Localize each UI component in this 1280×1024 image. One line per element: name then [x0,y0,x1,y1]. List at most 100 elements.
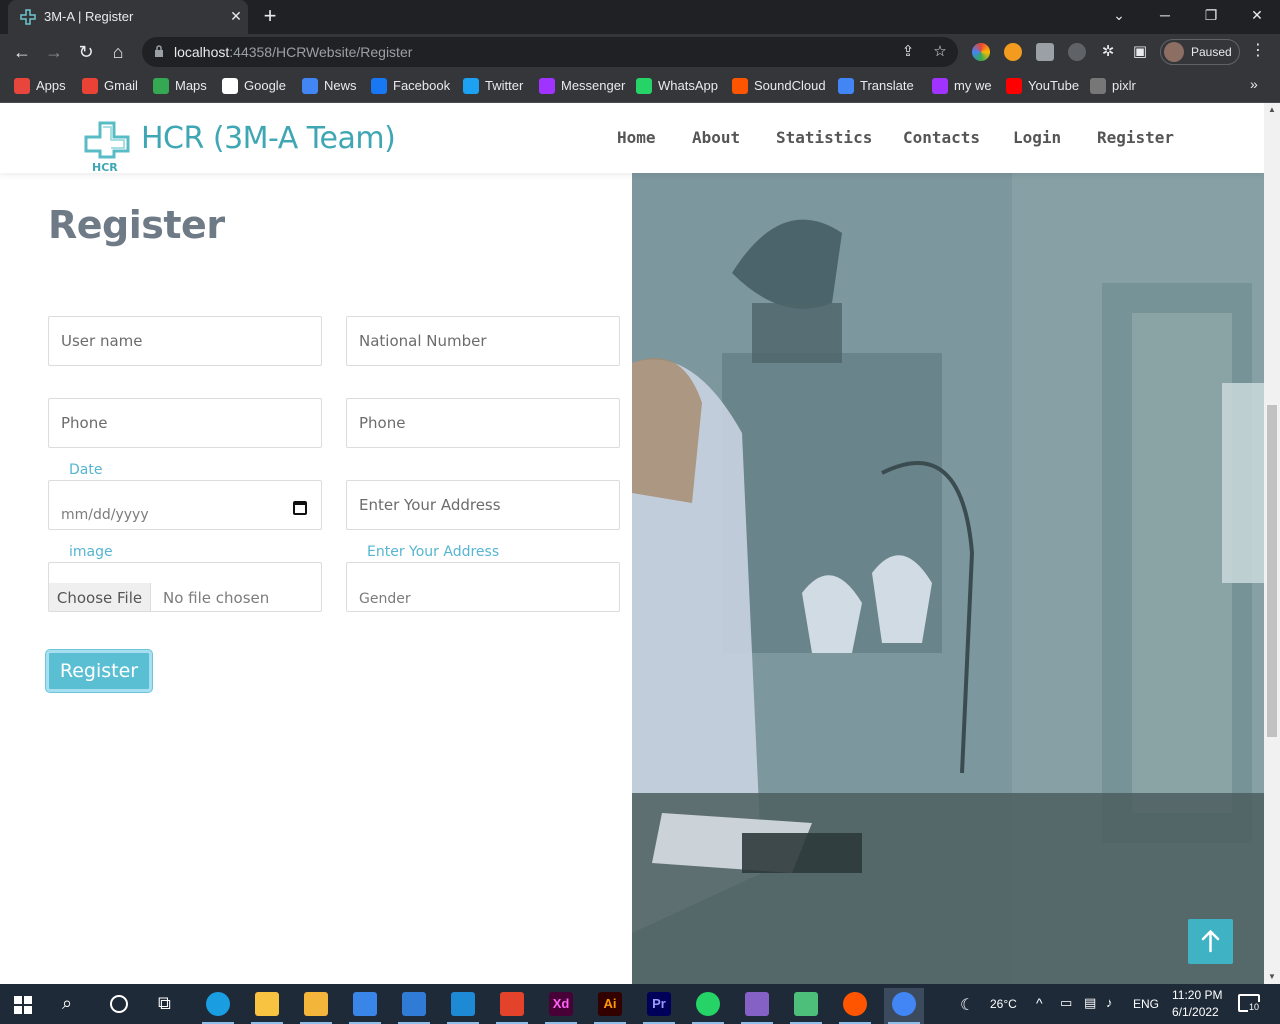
bookmark-label: Maps [175,78,207,93]
taskbar-app[interactable] [345,988,385,1024]
search-icon[interactable]: ⌕ [62,993,72,1014]
close-window-button[interactable]: ✕ [1234,0,1280,30]
bookmark-label: WhatsApp [658,78,718,93]
taskbar-app[interactable] [786,988,826,1024]
volume-icon[interactable]: ♪ [1106,995,1113,1010]
task-view-icon[interactable]: ⧉ [158,993,171,1014]
taskbar-app[interactable]: Pr [639,988,679,1024]
scroll-up-arrow-icon[interactable]: ▲ [1264,103,1280,117]
url-text: localhost:44358/HCRWebsite/Register [174,44,412,60]
network-icon[interactable]: ▤ [1084,995,1096,1011]
wand-icon [932,78,948,94]
meet-now-icon[interactable]: ▭ [1060,995,1072,1011]
address-bar[interactable]: localhost:44358/HCRWebsite/Register ⇪ ☆ [142,37,958,67]
back-to-top-button[interactable] [1188,919,1233,964]
taskbar-app[interactable] [884,988,924,1024]
home-icon[interactable]: ⌂ [104,38,132,66]
nav-login[interactable]: Login [1013,128,1061,147]
image-file-input[interactable]: Choose File No file chosen [48,562,322,612]
bookmark-label: pixlr [1112,78,1136,93]
username-input[interactable]: User name [48,316,322,366]
date-input[interactable]: mm/dd/yyyy [48,480,322,530]
hero-photo [632,173,1264,984]
clock-date[interactable]: 6/1/2022 [1172,1005,1219,1019]
side-panel-icon[interactable]: ▣ [1130,42,1150,62]
reload-icon[interactable]: ↻ [72,38,100,66]
minimize-button[interactable]: ─ [1142,0,1188,30]
avatar [1164,42,1184,62]
nav-home[interactable]: Home [617,128,656,147]
taskbar-app[interactable] [835,988,875,1024]
gmail-icon [82,78,98,94]
windows-start-icon[interactable] [14,996,32,1014]
whatsapp-icon [636,78,652,94]
tab-search-icon[interactable]: ⌄ [1096,0,1142,30]
taskbar-app[interactable] [688,988,728,1024]
taskbar-app[interactable] [247,988,287,1024]
new-tab-button[interactable]: + [258,5,282,28]
folder-icon [304,992,328,1016]
profile-button[interactable]: Paused [1160,39,1240,65]
bookmark-label: Translate [860,78,914,93]
gender-select[interactable]: Gender [346,562,620,612]
share-icon[interactable]: ⇪ [898,42,918,62]
taskbar-app[interactable]: Xd [541,988,581,1024]
chevron-up-icon[interactable]: ^ [1036,995,1043,1011]
nav-about[interactable]: About [692,128,740,147]
taskbar-app[interactable] [394,988,434,1024]
taskbar-app[interactable]: Ai [590,988,630,1024]
national-number-input[interactable]: National Number [346,316,620,366]
browser-toolbar: ← → ↻ ⌂ localhost:44358/HCRWebsite/Regis… [0,34,1280,70]
bookmarks-overflow-icon[interactable]: » [1250,76,1258,92]
taskbar-app[interactable] [296,988,336,1024]
address-label: Enter Your Address [367,544,500,560]
recycle-extension-icon[interactable] [1068,43,1086,61]
lock-icon [155,45,163,57]
taskbar-app[interactable] [737,988,777,1024]
page-scrollbar[interactable]: ▲ ▼ [1264,103,1280,984]
scroll-down-arrow-icon[interactable]: ▼ [1264,970,1280,984]
site-logo-text[interactable]: HCR (3M-A Team) [141,121,396,156]
forward-arrow-icon[interactable]: → [40,38,68,66]
bookmark-label: SoundCloud [754,78,826,93]
notification-center-icon[interactable]: 10 [1238,994,1261,1012]
taskbar-app[interactable] [492,988,532,1024]
nav-statistics[interactable]: Statistics [776,128,872,147]
browser-tab[interactable]: 3M-A | Register ✕ [8,0,248,34]
choose-file-button[interactable]: Choose File [49,583,151,611]
logo-icon: HCR [84,121,130,174]
taskbar-app[interactable] [198,988,238,1024]
phone-input[interactable]: Phone [48,398,322,448]
extension-icon[interactable] [1004,43,1022,61]
bookmark-label: Gmail [104,78,138,93]
page-title: Register [48,203,225,247]
tab-title: 3M-A | Register [44,9,134,24]
calendar-icon[interactable] [293,501,307,515]
date-label: Date [69,462,103,478]
extension-box-icon[interactable] [1036,43,1054,61]
restore-button[interactable]: ❐ [1188,0,1234,30]
puzzle-extensions-icon[interactable]: ✲ [1098,42,1118,62]
register-button[interactable]: Register [46,650,152,692]
address-input[interactable]: Enter Your Address [346,480,620,530]
messenger-icon [539,78,555,94]
more-menu-icon[interactable]: ⋮ [1250,40,1266,60]
clock-time[interactable]: 11:20 PM [1172,988,1222,1002]
close-tab-icon[interactable]: ✕ [226,6,246,26]
language-indicator[interactable]: ENG [1133,997,1159,1011]
page-content: HCR HCR (3M-A Team) Home About Statistic… [0,103,1264,984]
color-picker-extension-icon[interactable] [972,43,990,61]
moon-weather-icon[interactable]: ☾ [960,995,974,1015]
weather-temp[interactable]: 26°C [990,997,1017,1011]
nav-register[interactable]: Register [1097,128,1174,147]
taskbar-app[interactable] [443,988,483,1024]
phone-secondary-input[interactable]: Phone [346,398,620,448]
apps-grid-icon [14,78,30,94]
scroll-thumb[interactable] [1267,405,1277,737]
cortana-icon[interactable] [110,995,128,1013]
arrow-up-icon [1201,929,1220,953]
bookmark-star-icon[interactable]: ☆ [930,42,950,62]
premiere-icon: Pr [647,992,671,1016]
nav-contacts[interactable]: Contacts [903,128,980,147]
back-arrow-icon[interactable]: ← [8,38,36,66]
